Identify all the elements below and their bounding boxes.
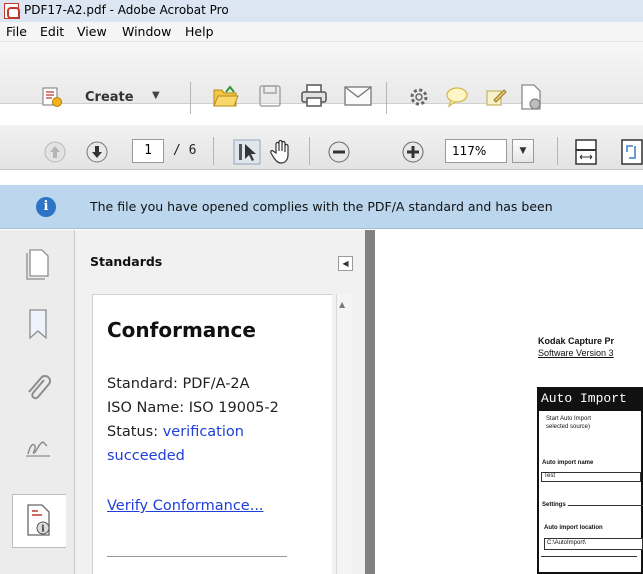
figure-text: selected source) (546, 424, 591, 430)
status-line: Status: verification (107, 424, 244, 440)
save-icon[interactable] (258, 84, 282, 108)
select-tool-icon[interactable] (233, 139, 261, 165)
menu-window[interactable]: Window (122, 24, 171, 39)
verify-conformance-link[interactable]: Verify Conformance... (107, 498, 264, 514)
figure-rule (541, 556, 637, 557)
toolbar-separator (309, 137, 310, 165)
info-message: The file you have opened complies with t… (90, 199, 553, 214)
comment-icon[interactable] (445, 86, 469, 108)
figure-text: Auto import name (542, 460, 594, 466)
sign-icon[interactable] (484, 85, 508, 109)
document-text-line: Software Version 3 (538, 348, 614, 358)
title-bar: PDF17-A2.pdf - Adobe Acrobat Pro (0, 0, 643, 22)
bookmarks-icon[interactable] (22, 307, 54, 341)
panel-title: Standards (90, 254, 163, 269)
status-value: verification (162, 424, 244, 440)
figure-title: Auto Import (537, 387, 643, 411)
figure-rule (568, 505, 643, 506)
figure-text: C:\AutoImport\ (547, 540, 586, 546)
settings-gear-icon[interactable] (408, 86, 430, 108)
zoom-in-icon[interactable] (402, 141, 424, 163)
full-screen-icon[interactable] (620, 139, 643, 165)
zoom-out-icon[interactable] (328, 141, 350, 163)
standard-value: Standard: PDF/A-2A (107, 376, 250, 392)
document-text-line: Kodak Capture Pr (538, 336, 615, 346)
toolbar-separator (386, 82, 387, 114)
acrobat-pdf-icon (4, 3, 20, 19)
document-icon[interactable] (520, 84, 542, 110)
scroll-up-icon[interactable]: ▲ (339, 300, 345, 309)
status-label: Status: (107, 424, 163, 440)
page-thumbnails-icon[interactable] (22, 246, 54, 280)
status-value-continued: succeeded (107, 448, 185, 464)
panel-scrollbar[interactable] (336, 294, 352, 574)
panel-divider (107, 556, 287, 557)
svg-text:i: i (41, 525, 45, 535)
email-icon[interactable] (344, 86, 372, 106)
open-folder-icon[interactable] (212, 82, 240, 110)
figure-text: Test (544, 473, 556, 479)
window-title: PDF17-A2.pdf - Adobe Acrobat Pro (24, 3, 229, 17)
previous-page-icon[interactable] (44, 141, 66, 163)
zoom-level-field[interactable]: 117% (445, 139, 507, 163)
zoom-dropdown-icon[interactable]: ▼ (512, 139, 534, 163)
figure-text: Settings (542, 502, 566, 508)
standards-icon: i (27, 504, 50, 536)
toolbar-separator (213, 137, 214, 165)
menu-help[interactable]: Help (185, 24, 214, 39)
figure-text: Auto import location (544, 525, 603, 531)
chevron-down-icon: ▼ (152, 90, 160, 101)
create-label: Create (85, 90, 134, 105)
collapse-panel-icon[interactable]: ◀ (338, 256, 353, 271)
menu-edit[interactable]: Edit (40, 24, 64, 39)
toolbar-separator (557, 137, 558, 165)
menu-bar: File Edit View Window Help (0, 22, 643, 42)
attachments-icon[interactable] (22, 372, 54, 406)
info-icon: i (36, 197, 56, 217)
fit-page-icon[interactable] (574, 139, 598, 165)
signatures-icon[interactable] (22, 432, 54, 466)
menu-file[interactable]: File (6, 24, 27, 39)
print-icon[interactable] (300, 84, 328, 108)
hand-tool-icon[interactable] (270, 139, 294, 165)
next-page-icon[interactable] (86, 141, 108, 163)
figure-field (541, 472, 641, 482)
conformance-heading: Conformance (107, 318, 256, 342)
menu-view[interactable]: View (77, 24, 107, 39)
page-number-input[interactable]: 1 (132, 139, 164, 163)
iso-name-value: ISO Name: ISO 19005-2 (107, 400, 279, 416)
page-count: / 6 (173, 143, 197, 158)
toolbar-separator (190, 82, 191, 114)
create-pdf-icon (42, 87, 62, 107)
figure-text: Start Auto Import (546, 416, 592, 422)
